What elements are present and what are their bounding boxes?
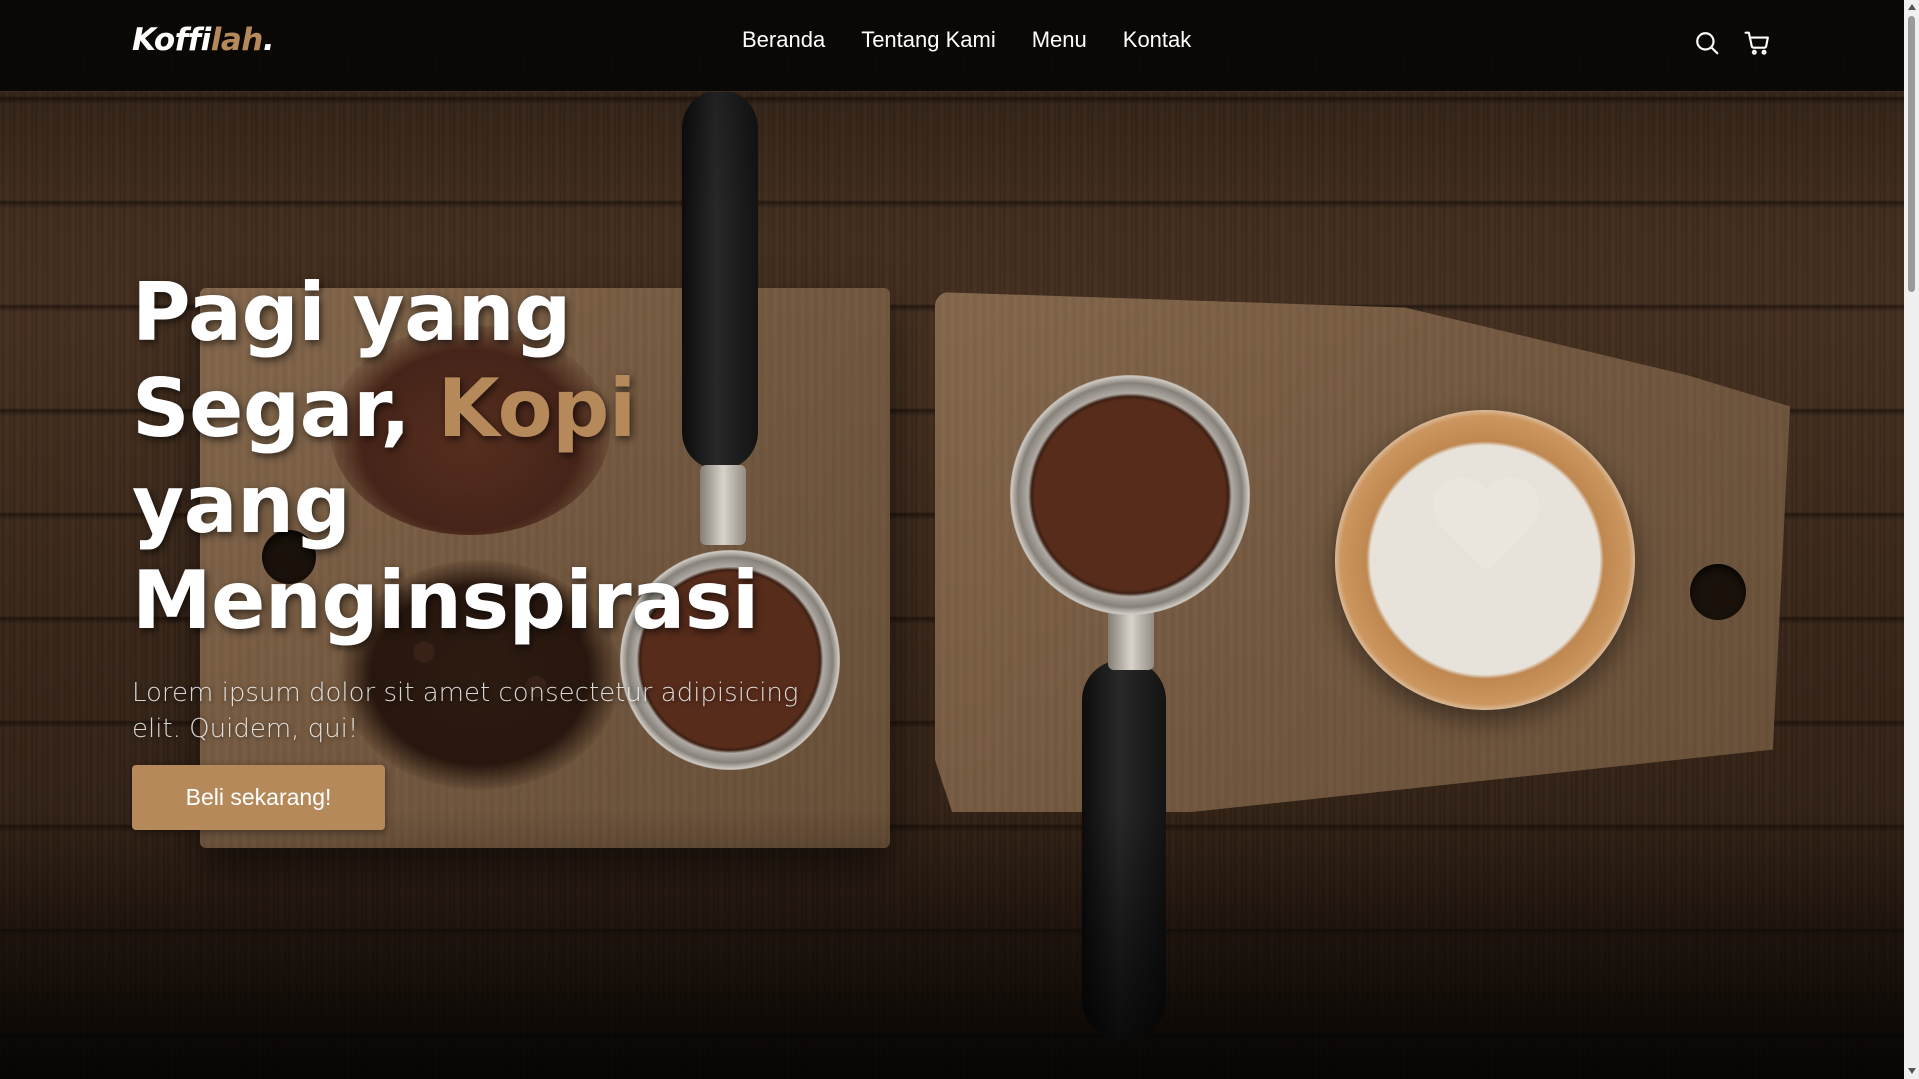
nav-link-menu[interactable]: Menu [1032, 27, 1087, 53]
scrollbar-thumb[interactable] [1908, 16, 1915, 292]
shopping-cart-icon [1744, 31, 1769, 55]
headline-line-4: Menginspirasi [132, 554, 759, 647]
cart-button[interactable] [1744, 30, 1770, 56]
arrow-down-icon [1907, 1068, 1916, 1074]
scroll-up-button[interactable] [1904, 0, 1919, 15]
headline-line-3: yang [132, 458, 351, 551]
headline-line-1: Pagi yang [132, 266, 571, 359]
logo-dot: . [262, 22, 275, 58]
logo-main: Koffi [132, 22, 211, 58]
nav-link-tentang-kami[interactable]: Tentang Kami [861, 27, 996, 53]
nav-links: Beranda Tentang Kami Menu Kontak [742, 27, 1191, 53]
search-icon [1696, 32, 1719, 55]
logo-accent: lah [210, 22, 264, 58]
hero-content: Pagi yang Segar, Kopi yang Menginspirasi… [132, 265, 852, 830]
search-button[interactable] [1694, 30, 1720, 56]
nav-icons [1694, 30, 1770, 56]
hero-headline: Pagi yang Segar, Kopi yang Menginspirasi [132, 265, 852, 649]
nav-link-beranda[interactable]: Beranda [742, 27, 825, 53]
arrow-up-icon [1907, 4, 1916, 10]
vertical-scrollbar[interactable] [1904, 0, 1919, 1079]
headline-accent: Kopi [437, 362, 637, 455]
logo[interactable]: Koffilah. [132, 22, 275, 58]
headline-line-2: Segar, [132, 362, 438, 455]
buy-now-button[interactable]: Beli sekarang! [132, 765, 385, 830]
scroll-down-button[interactable] [1904, 1064, 1919, 1079]
nav-link-kontak[interactable]: Kontak [1123, 27, 1192, 53]
navbar: Koffilah. Beranda Tentang Kami Menu Kont… [0, 0, 1904, 92]
hero-subtitle: Lorem ipsum dolor sit amet consectetur a… [132, 678, 799, 744]
